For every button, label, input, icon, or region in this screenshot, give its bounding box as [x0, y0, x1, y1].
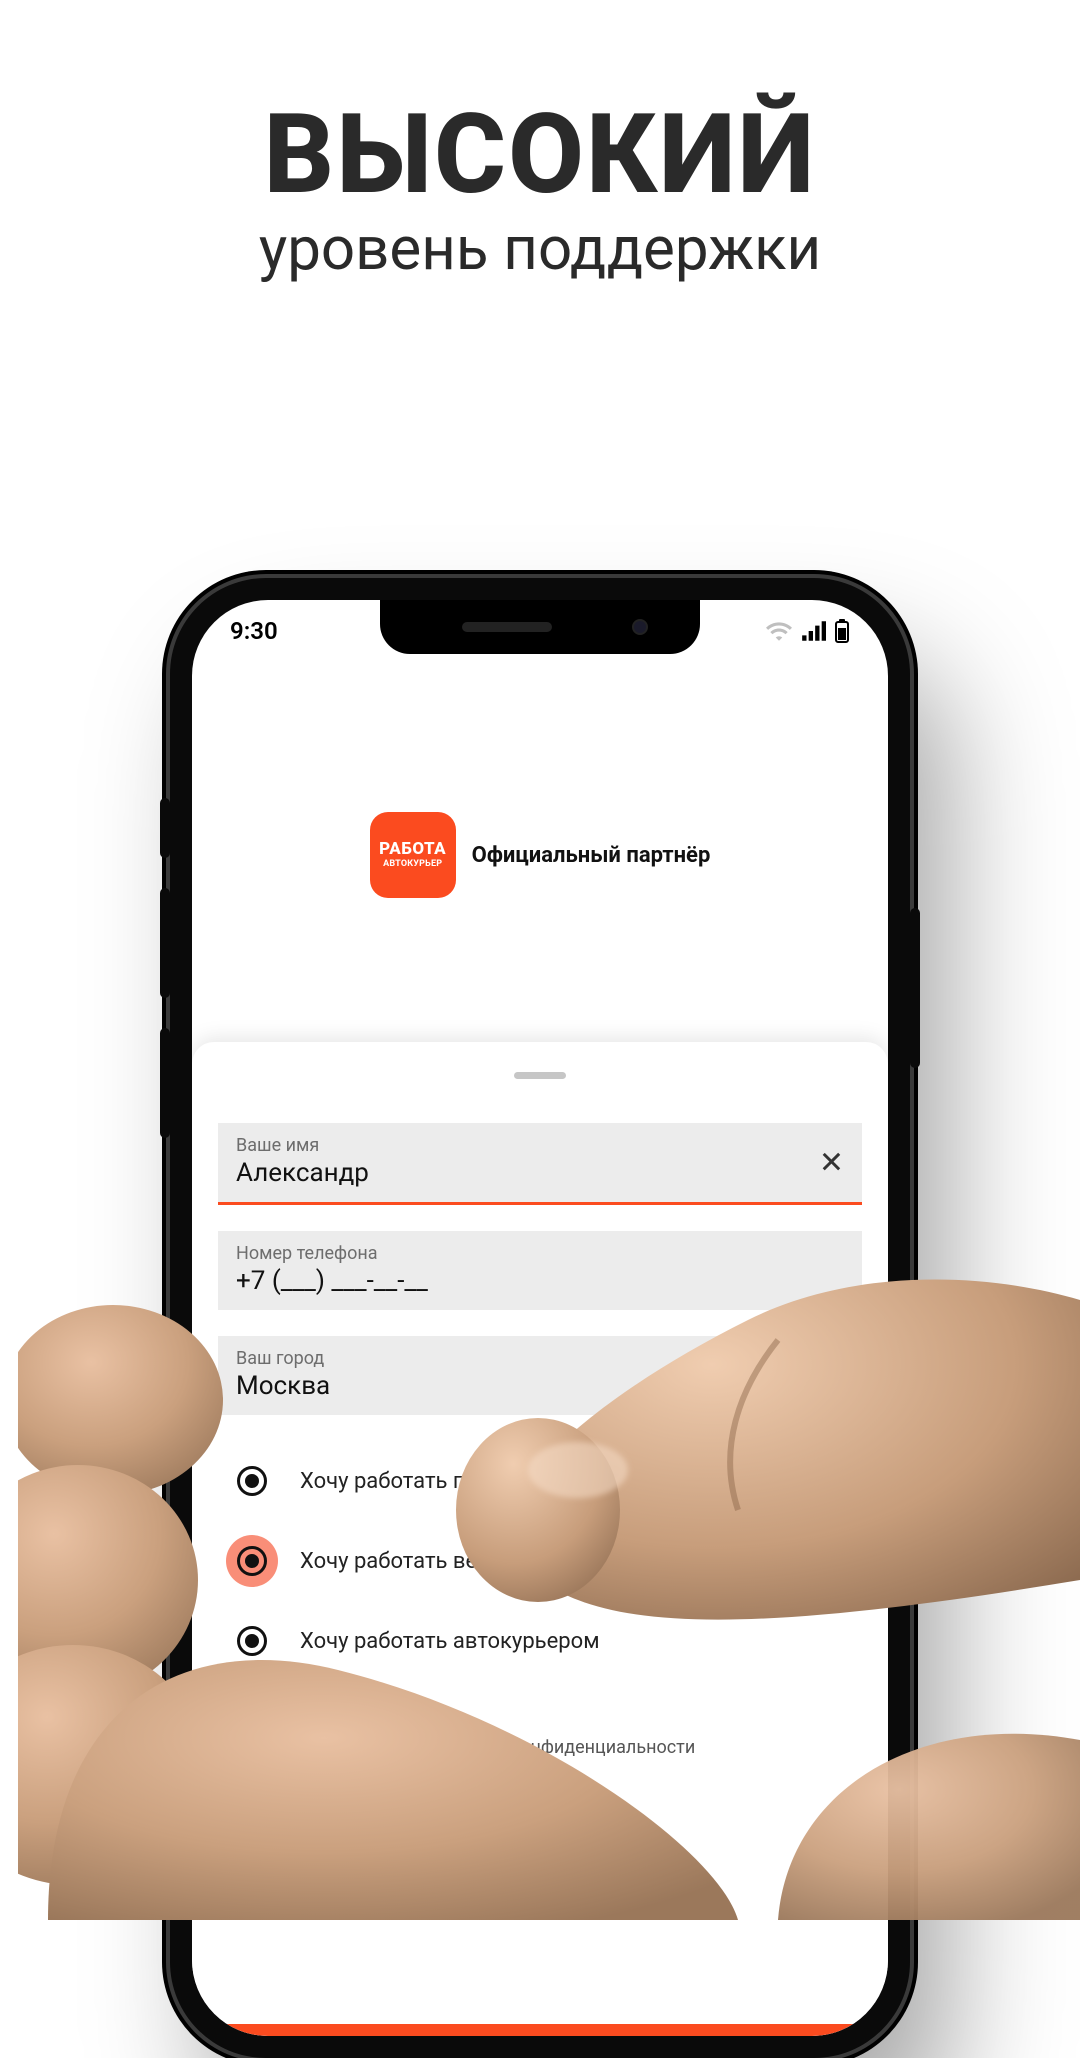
- submit-button[interactable]: [218, 2024, 862, 2036]
- form-sheet: Ваше имя Александр ✕ Номер телефона +7 (…: [192, 1042, 888, 2036]
- check-icon: [229, 1736, 251, 1758]
- phone-mute-switch: [160, 798, 170, 858]
- battery-icon: [834, 619, 850, 643]
- phone-camera: [632, 619, 648, 635]
- partner-label: Официальный партнёр: [472, 843, 711, 868]
- role-label: Хочу работать вело/мото курьером: [300, 1549, 668, 1574]
- name-label: Ваше имя: [236, 1135, 844, 1156]
- city-field[interactable]: Ваш город Москва: [218, 1336, 862, 1415]
- wifi-icon: [766, 621, 792, 641]
- app-logo: РАБОТА АВТОКУРЬЕР: [370, 812, 456, 898]
- name-value: Александр: [236, 1158, 844, 1188]
- role-option-auto[interactable]: Хочу работать автокурьером: [218, 1601, 862, 1681]
- phone-value: +7 (___) ___-__-__: [236, 1266, 844, 1296]
- brand-row: РАБОТА АВТОКУРЬЕР Официальный партнёр: [370, 812, 711, 898]
- role-option-bike[interactable]: Хочу работать вело/мото курьером: [218, 1521, 862, 1601]
- consent-checkbox[interactable]: [222, 1729, 258, 1765]
- phone-notch: [380, 600, 700, 654]
- logo-text-1: РАБОТА: [379, 841, 446, 858]
- close-icon[interactable]: ✕: [819, 1145, 844, 1180]
- headline-title: ВЫСОКИЙ: [0, 90, 1080, 219]
- city-value: Москва: [236, 1371, 844, 1401]
- logo-text-2: АВТОКУРЬЕР: [383, 860, 442, 869]
- app-content: РАБОТА АВТОКУРЬЕР Официальный партнёр Ва…: [192, 662, 888, 2036]
- consent-label: Я соглашаюсь с политикой конфиденциально…: [276, 1737, 695, 1758]
- phone-screen: 9:30 РАБОТА АВТОКУРЬЕР: [192, 600, 888, 2036]
- radio-icon: [237, 1466, 267, 1496]
- phone-frame: 9:30 РАБОТА АВТОКУРЬЕР: [170, 578, 910, 2058]
- phone-speaker: [462, 622, 552, 632]
- name-field[interactable]: Ваше имя Александр ✕: [218, 1123, 862, 1205]
- phone-label: Номер телефона: [236, 1243, 844, 1264]
- phone-volume-up: [160, 888, 170, 998]
- role-radio-group: Хочу работать пешим курьерм Хочу работат…: [218, 1441, 862, 1681]
- signal-icon: [800, 621, 826, 641]
- status-time: 9:30: [230, 617, 278, 645]
- phone-field[interactable]: Номер телефона +7 (___) ___-__-__: [218, 1231, 862, 1310]
- role-option-foot[interactable]: Хочу работать пешим курьерм: [218, 1441, 862, 1521]
- phone-volume-down: [160, 1028, 170, 1138]
- role-label: Хочу работать автокурьером: [300, 1629, 600, 1654]
- radio-icon: [237, 1626, 267, 1656]
- role-label: Хочу работать пешим курьерм: [300, 1469, 617, 1494]
- phone-side-button: [910, 908, 920, 1068]
- city-label: Ваш город: [236, 1348, 844, 1369]
- consent-row[interactable]: Я соглашаюсь с политикой конфиденциально…: [218, 1729, 862, 1765]
- sheet-grabber[interactable]: [514, 1072, 566, 1079]
- headline-subtitle: уровень поддержки: [0, 213, 1080, 284]
- radio-icon: [237, 1546, 267, 1576]
